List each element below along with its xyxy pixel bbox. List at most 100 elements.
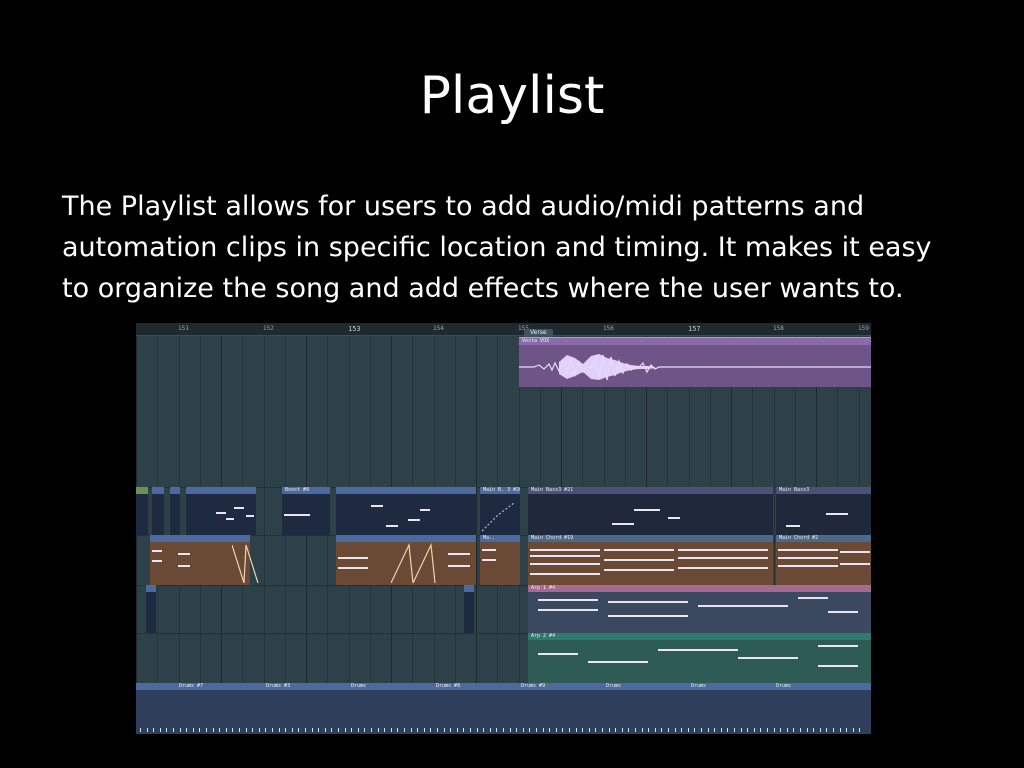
clip-arp-1[interactable]: Arp 1 #4 xyxy=(528,585,871,633)
drum-hit xyxy=(674,728,676,732)
drum-hit xyxy=(252,728,254,732)
clip-label xyxy=(336,535,476,542)
clip-label: Main Bass3 #21 xyxy=(528,487,773,494)
drum-hit xyxy=(555,728,557,732)
drum-hit xyxy=(720,728,722,732)
clip-bass-boost[interactable]: Boost #8 xyxy=(282,487,330,535)
drum-hit xyxy=(608,728,610,732)
clip-chord-brown[interactable] xyxy=(150,535,259,585)
clip-label: Ma.. xyxy=(480,535,520,542)
drum-hit xyxy=(371,728,372,732)
ruler-number: 159 xyxy=(858,325,869,332)
clip-label xyxy=(146,585,156,592)
drum-hit xyxy=(219,728,221,732)
drum-hit xyxy=(727,728,729,732)
drum-hit xyxy=(687,728,689,732)
drum-hit xyxy=(338,728,339,732)
drum-hit xyxy=(595,728,597,732)
clip-arp-small[interactable] xyxy=(464,585,474,633)
clip-pattern-small[interactable] xyxy=(152,487,164,535)
drum-hit xyxy=(179,728,181,732)
audio-waveform xyxy=(519,354,871,381)
clip-label: Vesta VOX xyxy=(519,338,871,345)
drum-hit xyxy=(753,728,755,732)
drum-hit xyxy=(780,728,782,732)
drum-hit xyxy=(390,728,392,732)
ruler-number: 158 xyxy=(773,325,784,332)
drum-hit xyxy=(331,728,333,732)
drum-hit xyxy=(602,728,603,732)
clip-main-chord-19[interactable]: Main Chord #19 xyxy=(528,535,773,585)
clip-main-c[interactable]: Ma.. xyxy=(480,535,520,585)
drum-hit xyxy=(773,728,775,732)
drum-hit xyxy=(621,728,623,732)
timeline-ruler[interactable]: 151 152 153 154 155 156 157 158 159 xyxy=(136,323,871,336)
clip-pattern-small[interactable] xyxy=(170,487,180,535)
drum-hit xyxy=(529,728,531,732)
drum-hit xyxy=(305,728,306,732)
drum-hit xyxy=(430,728,432,732)
drum-hit xyxy=(324,728,326,732)
slide-body: The Playlist allows for users to add aud… xyxy=(62,191,932,304)
drum-hit xyxy=(747,728,749,732)
drum-hit xyxy=(159,728,161,732)
drum-hit xyxy=(199,728,201,732)
drum-hit xyxy=(265,728,267,732)
drum-hit xyxy=(245,728,247,732)
drum-hit xyxy=(318,728,320,732)
clip-arp-2[interactable]: Arp 2 #4 xyxy=(528,633,871,683)
drum-hit xyxy=(819,728,821,732)
drum-hit xyxy=(648,728,650,732)
clip-main-bass3[interactable]: Main Bass3 xyxy=(776,487,871,535)
drum-hit xyxy=(232,728,234,732)
clip-arp-small[interactable] xyxy=(146,585,156,633)
drum-hit xyxy=(503,728,504,732)
drum-hit xyxy=(463,728,465,732)
drum-hit xyxy=(456,728,458,732)
drum-hit xyxy=(291,728,293,732)
drums-label: Drums xyxy=(776,683,792,689)
automation-curve xyxy=(391,543,436,583)
drum-hit xyxy=(153,728,155,732)
drum-hit xyxy=(562,728,564,732)
automation-curve xyxy=(232,544,259,583)
drum-hit xyxy=(397,728,399,732)
clip-chord-brown[interactable] xyxy=(336,535,476,585)
clip-main-chord-2[interactable]: Main Chord #2 xyxy=(776,535,871,585)
drum-hit xyxy=(384,728,386,732)
playlist-window[interactable]: 151 152 153 154 155 156 157 158 159 Vers… xyxy=(136,323,871,734)
drum-hit xyxy=(635,728,636,732)
drum-hit xyxy=(668,728,669,732)
drum-hit xyxy=(417,728,419,732)
clip-pattern[interactable] xyxy=(336,487,476,535)
drum-hit xyxy=(681,728,683,732)
drum-hit xyxy=(377,728,379,732)
clip-main-b[interactable]: Main B. 3 #20 xyxy=(480,487,520,535)
drum-hit xyxy=(212,728,214,732)
clip-drums[interactable]: Drums #7 Drums #3 Drums Drums #8 Drums #… xyxy=(136,683,871,734)
clip-label: Arp 1 #4 xyxy=(528,585,871,592)
clip-label: Main B. 3 #20 xyxy=(480,487,520,494)
drum-hit xyxy=(404,728,405,732)
clip-pattern-small[interactable] xyxy=(136,487,148,535)
clip-label: Main Chord #19 xyxy=(528,535,773,542)
drum-hit xyxy=(140,728,141,732)
drum-hit xyxy=(654,728,656,732)
song-marker[interactable]: Verse xyxy=(524,329,553,337)
clip-pattern[interactable] xyxy=(186,487,256,535)
drum-hit xyxy=(549,728,551,732)
clip-label: Main Bass3 xyxy=(776,487,871,494)
clip-vocal[interactable]: Vesta VOX xyxy=(519,337,871,387)
drum-hit xyxy=(489,728,491,732)
clip-main-bass-21[interactable]: Main Bass3 #21 xyxy=(528,487,773,535)
clip-label xyxy=(186,487,256,494)
clip-label xyxy=(152,487,164,494)
drum-hit xyxy=(661,728,663,732)
clip-label xyxy=(136,487,148,494)
slide-title: Playlist xyxy=(419,66,605,126)
ruler-number: 153 xyxy=(348,325,361,333)
drum-hit xyxy=(476,728,478,732)
drum-hit xyxy=(793,728,795,732)
drum-hit xyxy=(298,728,300,732)
drum-hit xyxy=(423,728,425,732)
